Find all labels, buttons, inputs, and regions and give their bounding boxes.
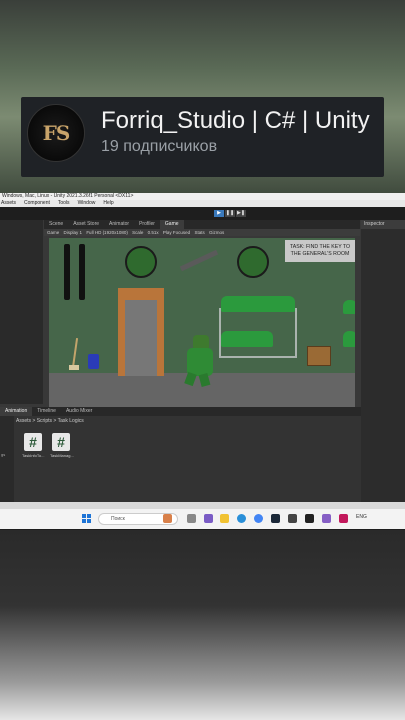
door-opening	[125, 300, 157, 376]
tab-inspector[interactable]: Inspector	[361, 220, 405, 229]
channel-banner[interactable]: FS Forriq_Studio | C# | Unity 19 подписч…	[21, 97, 384, 177]
black-bar-left	[64, 244, 70, 300]
script-asset[interactable]: # TaskManag...	[50, 433, 74, 458]
project-folder-tree[interactable]: gs	[0, 416, 14, 505]
separator	[0, 502, 405, 509]
tab-profiler[interactable]: Profiler	[134, 220, 160, 229]
main-toolbar: ▶ ❚❚ ▶❚	[0, 207, 405, 220]
avatar-logo-text: FS	[42, 121, 71, 145]
csharp-script-icon: #	[52, 433, 70, 451]
game-view-toolbar: Game Display 1 Full HD (1920x1080) Scale…	[44, 229, 360, 236]
black-bar-right	[79, 244, 85, 300]
bunk-bed-edge	[343, 331, 355, 347]
tab-asset-store[interactable]: Asset Store	[68, 220, 104, 229]
widgets-icon[interactable]	[204, 514, 213, 523]
tab-audio-mixer[interactable]: Audio Mixer	[61, 407, 97, 416]
tab-timeline[interactable]: Timeline	[32, 407, 61, 416]
resolution-dropdown[interactable]: Full HD (1920x1080)	[86, 230, 128, 235]
play-button[interactable]: ▶	[214, 210, 224, 217]
rifle-on-wall	[179, 249, 219, 272]
scale-value[interactable]: 0.51x	[148, 230, 159, 235]
unity-hub-icon[interactable]	[288, 514, 297, 523]
breadcrumb[interactable]: Assets > Scripts > Task Logics	[16, 418, 84, 424]
window-title: Windows, Mac, Linux - Unity 2021.3.26f1 …	[0, 193, 405, 200]
game-mode-dropdown[interactable]: Game	[47, 230, 59, 235]
channel-name[interactable]: Forriq_Studio | C# | Unity	[101, 107, 370, 135]
folder-tree-label: gs	[1, 452, 6, 457]
unity-editor-window: Windows, Mac, Linux - Unity 2021.3.26f1 …	[0, 193, 405, 505]
chrome-icon[interactable]	[254, 514, 263, 523]
search-highlight-icon	[163, 514, 172, 523]
asset-label: TaskInfoTo...	[22, 453, 45, 458]
task-view-icon[interactable]	[187, 514, 196, 523]
bunk-bed-top	[221, 296, 295, 312]
csharp-script-icon: #	[24, 433, 42, 451]
menu-item-assets[interactable]: Assets	[1, 200, 16, 207]
menu-item-help[interactable]: Help	[103, 200, 113, 207]
gizmos-toggle[interactable]: Gizmos	[209, 230, 224, 235]
screenshot-page: FS Forriq_Studio | C# | Unity 19 подписч…	[0, 0, 405, 720]
pause-button[interactable]: ❚❚	[225, 210, 235, 217]
play-focused-dropdown[interactable]: Play Focused	[163, 230, 190, 235]
stats-toggle[interactable]: Stats	[194, 230, 204, 235]
doorway	[118, 288, 164, 376]
windows-start-icon[interactable]	[82, 514, 91, 523]
wooden-crate	[307, 346, 331, 366]
bunk-bed-bottom	[221, 331, 273, 347]
script-asset[interactable]: # TaskInfoTo...	[22, 433, 44, 458]
app-icon[interactable]	[339, 514, 348, 523]
task-label: TASK: FIND THE KEY TO THE GENERAL'S ROOM	[285, 240, 355, 262]
tab-scene[interactable]: Scene	[44, 220, 68, 229]
inspector-panel[interactable]: Inspector	[361, 220, 405, 505]
step-button[interactable]: ▶❚	[236, 210, 246, 217]
blue-bucket	[88, 354, 99, 369]
steam-icon[interactable]	[271, 514, 280, 523]
display-dropdown[interactable]: Display 1	[64, 230, 83, 235]
bunk-bed-edge	[343, 300, 355, 314]
tab-game[interactable]: Game	[159, 220, 184, 229]
project-panel: gs Assets > Scripts > Task Logics # Task…	[0, 416, 361, 505]
edge-browser-icon[interactable]	[237, 514, 246, 523]
windows-taskbar: Поиск ENG	[0, 509, 405, 529]
game-view[interactable]: TASK: FIND THE KEY TO THE GENERAL'S ROOM	[49, 238, 355, 408]
scale-label: Scale	[132, 230, 144, 235]
visual-studio-icon[interactable]	[322, 514, 331, 523]
channel-avatar[interactable]: FS	[27, 104, 85, 162]
blurred-background-bottom	[0, 530, 405, 720]
mop-handle	[71, 338, 79, 368]
asset-label: TaskManag...	[50, 453, 74, 458]
file-explorer-icon[interactable]	[220, 514, 229, 523]
tray-language[interactable]: ENG	[356, 514, 367, 520]
unity-editor-icon[interactable]	[305, 514, 314, 523]
porthole-window	[237, 246, 269, 278]
menu-bar: Assets Component Tools Window Help	[0, 200, 405, 207]
play-controls: ▶ ❚❚ ▶❚	[214, 210, 246, 217]
menu-item-component[interactable]: Component	[24, 200, 50, 207]
mop-head	[69, 365, 79, 370]
tab-animation[interactable]: Animation	[0, 407, 33, 416]
hierarchy-panel[interactable]	[0, 220, 43, 404]
menu-item-window[interactable]: Window	[78, 200, 96, 207]
tab-animator[interactable]: Animator	[104, 220, 134, 229]
porthole-window	[125, 246, 157, 278]
view-tabs: Scene Asset Store Animator Profiler Game	[44, 220, 360, 229]
menu-item-tools[interactable]: Tools	[58, 200, 70, 207]
subscriber-count: 19 подписчиков	[101, 138, 218, 155]
bottom-tabs: Animation Timeline Audio Mixer	[0, 407, 361, 416]
